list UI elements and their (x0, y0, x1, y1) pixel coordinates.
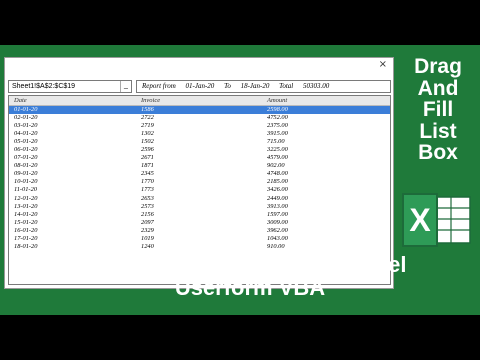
cell-date: 06-01-20 (14, 146, 38, 154)
side-title-line: List (419, 119, 457, 143)
report-summary-label: Report from 01-Jan-20 To 18-Jan-20 Total… (136, 80, 391, 93)
cell-invoice: 1019 (141, 234, 154, 242)
listbox-row[interactable]: 17-01-20 1019 1043.00 (9, 235, 390, 243)
cell-amount: 3962.00 (267, 226, 288, 234)
report-from-label: Report from (142, 82, 176, 90)
cell-invoice: 1586 (141, 106, 154, 113)
close-icon[interactable]: × (379, 60, 387, 70)
cell-date: 15-01-20 (14, 218, 38, 226)
cell-invoice: 2719 (141, 122, 154, 130)
report-to-label: To (224, 82, 231, 90)
cell-amount: 2375.00 (267, 122, 288, 130)
listbox-row[interactable]: 15-01-20 2097 3009.00 (9, 219, 390, 227)
listbox-row[interactable]: 12-01-20 2653 2449.00 (9, 195, 390, 203)
thumbnail-canvas: × Sheet1!$A$2:$C$19 _ Report from 01-Jan… (0, 45, 480, 315)
cell-invoice: 1871 (141, 162, 154, 170)
cell-amount: 2598.00 (267, 106, 288, 113)
cell-date: 13-01-20 (14, 202, 38, 210)
cell-date: 09-01-20 (14, 170, 38, 178)
listbox-row[interactable]: 05-01-20 1502 715.00 (9, 138, 390, 146)
cell-invoice: 1770 (141, 178, 154, 186)
listbox-row[interactable]: 02-01-20 2722 4752.00 (9, 114, 390, 122)
cell-invoice: 2329 (141, 226, 154, 234)
listbox-row[interactable]: 04-01-20 1302 3915.00 (9, 130, 390, 138)
cell-amount: 3225.00 (267, 146, 288, 154)
report-total-value: 50303.00 (303, 82, 330, 90)
cell-amount: 3009.00 (267, 218, 288, 226)
cell-date: 02-01-20 (14, 114, 38, 122)
listbox-row[interactable]: 09-01-20 2345 4748.00 (9, 170, 390, 178)
cell-amount: 3915.00 (267, 130, 288, 138)
cell-date: 17-01-20 (14, 234, 38, 242)
cell-invoice: 1240 (141, 242, 154, 250)
bottom-title-line2: Userform VBA (174, 275, 326, 300)
cell-date: 07-01-20 (14, 154, 38, 162)
excel-logo-letter: X (409, 202, 431, 238)
cell-date: 03-01-20 (14, 122, 38, 130)
listbox-header: Date Invoice Amount (9, 96, 390, 106)
side-title: Drag And Fill List Box (402, 56, 474, 164)
cell-invoice: 1773 (141, 186, 154, 194)
cell-date: 10-01-20 (14, 178, 38, 186)
excel-logo-icon: X (402, 193, 471, 247)
cell-amount: 2185.00 (267, 178, 288, 186)
refedit-input[interactable]: Sheet1!$A$2:$C$19 _ (8, 80, 132, 93)
column-header-amount: Amount (267, 97, 288, 104)
side-title-line: And (417, 76, 459, 100)
cell-amount: 902.00 (267, 162, 285, 170)
cell-invoice: 2722 (141, 114, 154, 122)
listbox-row[interactable]: 14-01-20 2156 1597.00 (9, 211, 390, 219)
cell-amount: 1597.00 (267, 210, 288, 218)
column-header-invoice: Invoice (141, 97, 161, 104)
cell-date: 11-01-20 (14, 186, 37, 194)
bottom-title-line1: Listbox Data By RefEdit Excel (93, 252, 407, 277)
listbox-rows: 01-01-20 1586 2598.00 02-01-20 2722 4752.00 03… (9, 106, 390, 251)
cell-invoice: 2653 (141, 194, 154, 202)
report-to-date: 18-Jan-20 (240, 82, 270, 90)
cell-amount: 3913.00 (267, 202, 288, 210)
report-total-label: Total (279, 82, 294, 90)
cell-invoice: 2596 (141, 146, 154, 154)
listbox-row[interactable]: 10-01-20 1770 2185.00 (9, 178, 390, 186)
cell-amount: 715.00 (267, 138, 285, 146)
cell-amount: 1043.00 (267, 234, 288, 242)
side-title-line: Fill (422, 98, 454, 121)
cell-date: 12-01-20 (14, 194, 38, 202)
listbox-row[interactable]: 11-01-20 1773 3426.00 (9, 186, 390, 194)
side-title-line: Drag (414, 55, 462, 78)
report-from-date: 01-Jan-20 (185, 82, 215, 90)
cell-date: 08-01-20 (14, 162, 38, 170)
side-title-line: Box (418, 141, 458, 164)
cell-invoice: 2671 (141, 154, 154, 162)
listbox-row[interactable]: 18-01-20 1240 910.00 (9, 243, 390, 251)
listbox-row[interactable]: 06-01-20 2596 3225.00 (9, 146, 390, 154)
cell-date: 05-01-20 (14, 138, 38, 146)
cell-invoice: 1502 (141, 138, 154, 146)
listbox-row[interactable]: 01-01-20 1586 2598.00 (9, 106, 390, 115)
cell-amount: 4579.00 (267, 154, 288, 162)
column-header-date: Date (14, 97, 27, 104)
refedit-value: Sheet1!$A$2:$C$19 (12, 83, 76, 90)
cell-amount: 3426.00 (267, 186, 288, 194)
refedit-collapse-button[interactable]: _ (120, 81, 131, 92)
cell-invoice: 2156 (141, 210, 154, 218)
cell-date: 04-01-20 (14, 130, 38, 138)
listbox-row[interactable]: 13-01-20 2573 3913.00 (9, 203, 390, 211)
cell-date: 01-01-20 (14, 106, 38, 113)
listbox-row[interactable]: 03-01-20 2719 2375.00 (9, 122, 390, 130)
cell-amount: 4748.00 (267, 170, 288, 178)
cell-invoice: 1302 (141, 130, 154, 138)
cell-date: 18-01-20 (14, 242, 38, 250)
cell-amount: 2449.00 (267, 194, 288, 202)
listbox-row[interactable]: 08-01-20 1871 902.00 (9, 162, 390, 170)
listbox-row[interactable]: 16-01-20 2329 3962.00 (9, 227, 390, 235)
cell-invoice: 2097 (141, 218, 154, 226)
cell-amount: 4752.00 (267, 114, 288, 122)
cell-date: 16-01-20 (14, 226, 38, 234)
cell-invoice: 2573 (141, 202, 154, 210)
cell-amount: 910.00 (267, 242, 285, 250)
cell-date: 14-01-20 (14, 210, 38, 218)
cell-invoice: 2345 (141, 170, 154, 178)
listbox-row[interactable]: 07-01-20 2671 4579.00 (9, 154, 390, 162)
